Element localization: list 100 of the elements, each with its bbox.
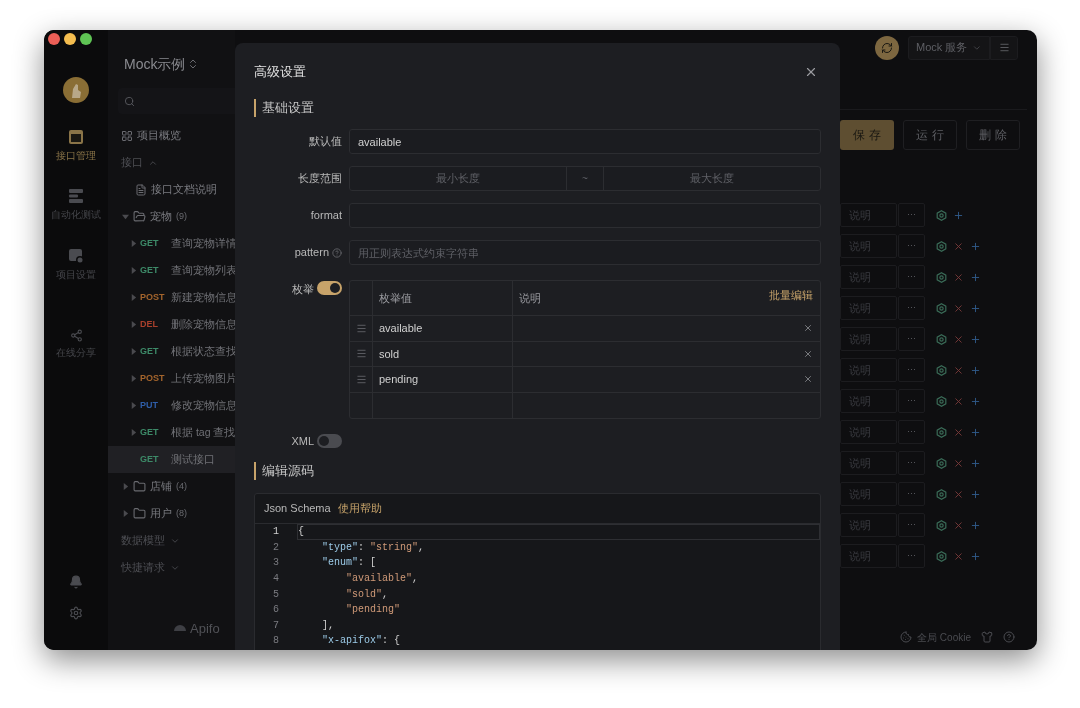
avatar[interactable]: [63, 77, 89, 103]
more-button[interactable]: ···: [898, 513, 925, 537]
section-heading[interactable]: 接口: [121, 154, 143, 171]
caret-icon[interactable]: [130, 402, 137, 409]
min-length-input[interactable]: 最小长度: [350, 167, 566, 190]
close-icon[interactable]: [804, 65, 818, 79]
endpoint-row[interactable]: POST 上传宠物图片: [108, 365, 235, 392]
hexagon-icon[interactable]: [936, 209, 947, 221]
add-icon[interactable]: [953, 209, 964, 221]
more-button[interactable]: ···: [898, 389, 925, 413]
more-button[interactable]: ···: [898, 482, 925, 506]
more-button[interactable]: ···: [898, 265, 925, 289]
remove-icon[interactable]: [953, 426, 964, 438]
caret-icon[interactable]: [130, 267, 137, 274]
hexagon-icon[interactable]: [936, 426, 947, 438]
folder-label[interactable]: 宠物: [150, 208, 172, 225]
add-icon[interactable]: [970, 488, 981, 500]
more-button[interactable]: ···: [898, 358, 925, 382]
sidebar-item[interactable]: 项目概览: [137, 127, 181, 144]
drag-handle-icon[interactable]: [355, 348, 367, 360]
remove-icon[interactable]: [953, 302, 964, 314]
caret-icon[interactable]: [130, 240, 137, 247]
toolbar-button[interactable]: 删除: [966, 120, 1020, 150]
add-icon[interactable]: [970, 364, 981, 376]
remove-icon[interactable]: [953, 271, 964, 283]
more-button[interactable]: ···: [898, 296, 925, 320]
caret-icon[interactable]: [130, 294, 137, 301]
toolbar-button[interactable]: 运行: [903, 120, 957, 150]
add-icon[interactable]: [970, 333, 981, 345]
hexagon-icon[interactable]: [936, 519, 947, 531]
pattern-input[interactable]: 用正则表达式约束字符串: [350, 241, 820, 264]
caret-icon[interactable]: [122, 510, 129, 517]
caret-icon[interactable]: [130, 321, 137, 328]
add-icon[interactable]: [970, 240, 981, 252]
endpoint-row[interactable]: GET 测试接口: [108, 446, 235, 473]
drag-handle-icon[interactable]: [355, 322, 367, 334]
hexagon-icon[interactable]: [936, 488, 947, 500]
caret-icon[interactable]: [130, 375, 137, 382]
more-button[interactable]: ···: [898, 327, 925, 351]
default-value-input[interactable]: available: [350, 130, 820, 153]
delete-icon[interactable]: [803, 323, 813, 334]
folder-label[interactable]: 店铺: [150, 478, 172, 495]
help-icon[interactable]: [332, 247, 342, 258]
menu-button[interactable]: [990, 35, 1018, 60]
more-button[interactable]: ···: [898, 544, 925, 568]
folder-label[interactable]: 用户: [150, 505, 172, 522]
shirt-icon[interactable]: [981, 631, 993, 643]
mock-service-dropdown[interactable]: Mock 服务: [908, 35, 990, 60]
settings-icon[interactable]: [69, 606, 83, 620]
more-button[interactable]: ···: [898, 203, 925, 227]
hexagon-icon[interactable]: [936, 240, 947, 252]
sidebar-item[interactable]: 接口文档说明: [151, 181, 217, 198]
caret-icon[interactable]: [122, 213, 129, 220]
nav-item[interactable]: 接口管理: [56, 149, 96, 164]
search-field[interactable]: [118, 88, 235, 114]
hexagon-icon[interactable]: [936, 333, 947, 345]
endpoint-row[interactable]: PUT 修改宠物信息: [108, 392, 235, 419]
hexagon-icon[interactable]: [936, 271, 947, 283]
caret-icon[interactable]: [130, 348, 137, 355]
add-icon[interactable]: [970, 302, 981, 314]
endpoint-row[interactable]: GET 根据 tag 查找: [108, 419, 235, 446]
add-icon[interactable]: [970, 457, 981, 469]
cookie-icon[interactable]: [900, 631, 913, 643]
remove-icon[interactable]: [953, 395, 964, 407]
remove-icon[interactable]: [953, 364, 964, 376]
close-window-button[interactable]: [48, 33, 60, 45]
add-icon[interactable]: [970, 395, 981, 407]
remove-icon[interactable]: [953, 240, 964, 252]
remove-icon[interactable]: [953, 519, 964, 531]
zoom-window-button[interactable]: [80, 33, 92, 45]
drag-handle-icon[interactable]: [355, 373, 367, 385]
sync-button[interactable]: [875, 35, 899, 60]
remove-icon[interactable]: [953, 488, 964, 500]
endpoint-row[interactable]: DEL 删除宠物信息: [108, 311, 235, 338]
remove-icon[interactable]: [953, 457, 964, 469]
more-button[interactable]: ···: [898, 234, 925, 258]
hexagon-icon[interactable]: [936, 395, 947, 407]
caret-icon[interactable]: [122, 483, 129, 490]
toolbar-button[interactable]: 保存: [840, 120, 894, 150]
endpoint-row[interactable]: GET 查询宠物详情: [108, 230, 235, 257]
toggle-switch[interactable]: [317, 281, 342, 295]
caret-icon[interactable]: [130, 429, 137, 436]
help-link[interactable]: 使用帮助: [337, 500, 382, 517]
hexagon-icon[interactable]: [936, 550, 947, 562]
bell-icon[interactable]: [69, 575, 83, 589]
remove-icon[interactable]: [953, 333, 964, 345]
endpoint-row[interactable]: POST 新建宠物信息: [108, 284, 235, 311]
help-icon[interactable]: [1003, 631, 1015, 643]
editor-tab[interactable]: Json Schema: [264, 500, 331, 517]
remove-icon[interactable]: [953, 550, 964, 562]
hexagon-icon[interactable]: [936, 364, 947, 376]
add-icon[interactable]: [970, 426, 981, 438]
add-icon[interactable]: [970, 519, 981, 531]
delete-icon[interactable]: [803, 374, 813, 385]
more-button[interactable]: ···: [898, 451, 925, 475]
max-length-input[interactable]: 最大长度: [604, 167, 820, 190]
delete-icon[interactable]: [803, 348, 813, 359]
add-icon[interactable]: [970, 550, 981, 562]
length-range-field[interactable]: 最小长度 ~ 最大长度: [349, 166, 821, 191]
project-title[interactable]: Mock示例: [124, 53, 186, 75]
